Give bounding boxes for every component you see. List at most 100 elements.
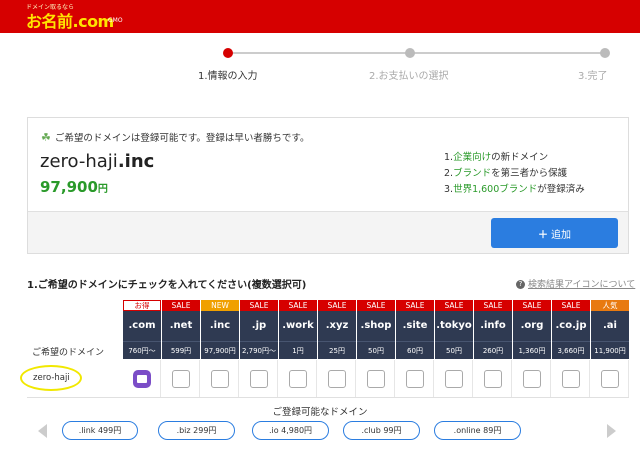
tld-checkbox-cell	[474, 360, 512, 398]
logo-main: お名前.com	[26, 12, 114, 31]
tld-price: 2,790円〜	[240, 341, 278, 359]
tld-badge: NEW	[201, 300, 239, 311]
price-value: 97,900	[40, 178, 98, 196]
card-footer: ＋追加	[28, 211, 628, 253]
available-domain-pill[interactable]: .club 99円	[343, 421, 420, 440]
tld-price: 25円	[318, 341, 356, 359]
step-label-1: 1.情報の入力	[198, 71, 258, 82]
site-header: ドメイン取るなら お名前.com GMO	[0, 0, 640, 33]
tld-badge: 人気	[591, 300, 629, 311]
tld-checkbox-cell	[162, 360, 200, 398]
step-line-2	[410, 52, 605, 54]
tld-badge: SALE	[162, 300, 200, 311]
domain-checkbox[interactable]	[445, 370, 463, 388]
domain-checkbox[interactable]	[523, 370, 541, 388]
tld-checkbox-cell	[123, 360, 161, 398]
tld-badge: SALE	[279, 300, 317, 311]
domain-checkbox[interactable]	[367, 370, 385, 388]
domain-checkbox[interactable]	[250, 370, 268, 388]
domain-checkbox[interactable]	[562, 370, 580, 388]
plus-icon: ＋	[538, 229, 548, 241]
step-dot-3	[600, 48, 610, 58]
feature-list: 1.企業向けの新ドメイン 2.ブランドを第三者から保護 3.世界1,600ブラン…	[444, 150, 585, 198]
tld-badge: お得	[123, 300, 161, 311]
section-title: 1.ご希望のドメインにチェックを入れてください(複数選択可)	[27, 280, 307, 291]
logo-sub: GMO	[108, 17, 123, 24]
tld-checkbox-cell	[552, 360, 590, 398]
tld-name: .jp	[240, 311, 278, 341]
tld-price: 50円	[435, 341, 473, 359]
tld-price: 50円	[357, 341, 395, 359]
domain-checkbox[interactable]	[406, 370, 424, 388]
tld-badge: SALE	[240, 300, 278, 311]
progress-steps: 1.情報の入力 2.お支払いの選択 3.完了	[0, 40, 640, 85]
step-label-3: 3.完了	[578, 71, 608, 82]
help-icon: ?	[516, 280, 525, 289]
domain-checkbox[interactable]	[328, 370, 346, 388]
tld-checkbox-cell	[591, 360, 629, 398]
feature-item: 3.世界1,600ブランドが登録済み	[444, 184, 585, 195]
tld-name: .xyz	[318, 311, 356, 341]
tld-badge: SALE	[396, 300, 434, 311]
tld-price: 1円	[279, 341, 317, 359]
availability-text: ご希望のドメインは登録可能です。登録は早い者勝ちです。	[54, 133, 310, 144]
availability-message: ☘ ご希望のドメインは登録可能です。登録は早い者勝ちです。	[41, 130, 309, 144]
domain-result-card: ☘ ご希望のドメインは登録可能です。登録は早い者勝ちです。 zero-haji.i…	[27, 117, 629, 254]
tld-name: .ai	[591, 311, 629, 341]
tld-checkbox-cell	[435, 360, 473, 398]
available-domain-pill[interactable]: .biz 299円	[158, 421, 235, 440]
tld-name: .net	[162, 311, 200, 341]
add-button-label: 追加	[551, 229, 571, 241]
tld-name: .shop	[357, 311, 395, 341]
tld-price: 1,360円	[513, 341, 551, 359]
domain-tld: .inc	[117, 151, 155, 172]
available-domain-pill[interactable]: .io 4,980円	[252, 421, 329, 440]
row-label-desired-domain: ご希望のドメイン	[32, 348, 105, 358]
tld-badge: SALE	[513, 300, 551, 311]
domain-checkbox[interactable]	[172, 370, 190, 388]
tld-price: 3,660円	[552, 341, 590, 359]
leaf-icon: ☘	[41, 131, 51, 144]
tld-name: .site	[396, 311, 434, 341]
add-button[interactable]: ＋追加	[491, 218, 618, 248]
help-link[interactable]: ? 検索結果アイコンについて	[516, 277, 635, 290]
available-domains-title: ご登録可能なドメイン	[272, 407, 368, 418]
tld-checkbox-cell	[279, 360, 317, 398]
tld-price: 11,900円	[591, 341, 629, 359]
feature-item: 2.ブランドを第三者から保護	[444, 168, 568, 179]
onamae-logo[interactable]: ドメイン取るなら お名前.com GMO	[26, 2, 146, 31]
domain-checkbox[interactable]	[211, 370, 229, 388]
step-label-2: 2.お支払いの選択	[369, 71, 449, 82]
tld-name: .co.jp	[552, 311, 590, 341]
tld-name: .tokyo	[435, 311, 473, 341]
available-domain-pill[interactable]: .online 89円	[434, 421, 521, 440]
query-text: zero-haji	[33, 373, 70, 383]
domain-checkbox[interactable]	[289, 370, 307, 388]
tld-badge: SALE	[318, 300, 356, 311]
tld-checkbox-cell	[201, 360, 239, 398]
domain-price: 97,900円	[40, 178, 108, 196]
carousel-right-arrow-icon[interactable]	[607, 424, 616, 438]
tld-badge: SALE	[474, 300, 512, 311]
price-unit: 円	[97, 184, 108, 195]
row-separator	[27, 397, 629, 398]
domain-checkbox[interactable]	[601, 370, 619, 388]
tld-checkbox-cell	[357, 360, 395, 398]
step-dot-2	[405, 48, 415, 58]
domain-checkbox[interactable]	[484, 370, 502, 388]
tld-name: .org	[513, 311, 551, 341]
domain-base: zero-haji	[40, 151, 118, 172]
tld-checkbox-cell	[240, 360, 278, 398]
carousel-left-arrow-icon[interactable]	[38, 424, 47, 438]
step-line-1	[228, 52, 410, 54]
available-domain-pill[interactable]: .link 499円	[62, 421, 138, 440]
tld-badge: SALE	[435, 300, 473, 311]
feature-item: 1.企業向けの新ドメイン	[444, 152, 549, 163]
help-link-text: 検索結果アイコンについて	[528, 280, 636, 290]
tld-name: .com	[123, 311, 161, 341]
tld-checkbox-cell	[513, 360, 551, 398]
mail-icon[interactable]	[133, 370, 151, 388]
tld-price: 599円	[162, 341, 200, 359]
tld-checkbox-cell	[318, 360, 356, 398]
tld-name: .info	[474, 311, 512, 341]
